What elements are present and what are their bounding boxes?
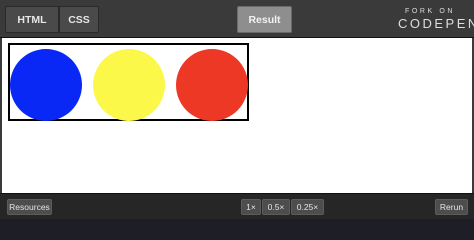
rerun-button[interactable]: Rerun	[435, 199, 468, 215]
tab-result[interactable]: Result	[237, 6, 292, 33]
red-circle	[176, 49, 248, 121]
tab-css[interactable]: CSS	[59, 6, 99, 33]
top-toolbar: HTML CSS Result FORK ON CODEPEN	[0, 0, 474, 38]
tab-html[interactable]: HTML	[5, 6, 59, 33]
codepen-logo: CODEPEN	[398, 16, 474, 31]
result-frame	[0, 38, 474, 193]
zoom-0-5x-button[interactable]: 0.5×	[262, 199, 290, 215]
codepen-embed: HTML CSS Result FORK ON CODEPEN Resource…	[0, 0, 474, 219]
fork-on-codepen-link[interactable]: FORK ON CODEPEN	[398, 7, 474, 31]
zoom-1x-button[interactable]: 1×	[241, 199, 261, 215]
yellow-circle	[93, 49, 165, 121]
zoom-controls: 1× 0.5× 0.25×	[241, 199, 325, 215]
circles-container	[8, 43, 249, 121]
zoom-0-25x-button[interactable]: 0.25×	[291, 199, 324, 215]
blue-circle	[10, 49, 82, 121]
fork-label: FORK ON	[404, 8, 456, 15]
resources-button[interactable]: Resources	[7, 199, 52, 215]
bottom-toolbar: Resources 1× 0.5× 0.25× Rerun	[0, 193, 474, 219]
